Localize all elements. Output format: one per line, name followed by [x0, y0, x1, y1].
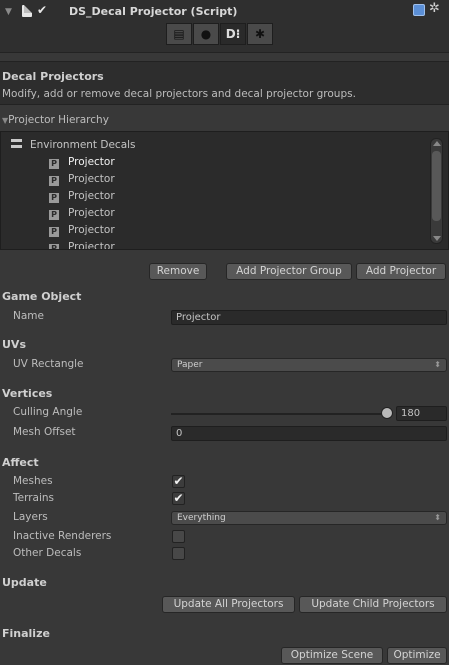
- remove-button[interactable]: Remove: [149, 263, 207, 280]
- section-game-object: Game Object: [2, 290, 82, 303]
- section-affect: Affect: [2, 456, 39, 469]
- component-title: DS_Decal Projector (Script): [69, 5, 238, 18]
- tree-item[interactable]: P Projector: [49, 222, 115, 239]
- projector-icon: P: [49, 176, 59, 186]
- uv-rectangle-value: Paper: [177, 360, 203, 370]
- tree-item[interactable]: P Projector: [49, 205, 115, 222]
- section-update: Update: [2, 576, 47, 589]
- layers-dropdown[interactable]: Everything ⬍: [171, 511, 447, 525]
- tab-document[interactable]: ▤: [166, 23, 192, 45]
- section-vertices: Vertices: [2, 387, 53, 400]
- uv-rectangle-label: UV Rectangle: [13, 358, 84, 370]
- component-enabled-checkbox[interactable]: ✔: [37, 4, 49, 16]
- mesh-offset-field[interactable]: 0: [171, 426, 447, 441]
- dropdown-arrows-icon: ⬍: [434, 513, 441, 522]
- settings-gear-icon[interactable]: ✲: [429, 1, 440, 16]
- tab-map-pin[interactable]: ●: [193, 23, 219, 45]
- scroll-down-icon[interactable]: [433, 236, 441, 241]
- info-box: Decal Projectors Modify, add or remove d…: [0, 61, 449, 105]
- component-header: ▼ ✔ DS_Decal Projector (Script) ✲ ▤ ● D⁝…: [0, 0, 449, 53]
- hierarchy-scrollbar[interactable]: [430, 138, 443, 244]
- tree-group-row[interactable]: Environment Decals: [11, 137, 136, 154]
- gear-icon: ✱: [254, 27, 266, 41]
- meshes-checkbox[interactable]: ✔: [172, 475, 185, 488]
- map-pin-icon: ●: [200, 27, 212, 41]
- group-label: Environment Decals: [30, 139, 136, 151]
- layers-label: Layers: [13, 511, 48, 523]
- name-label: Name: [13, 310, 44, 322]
- decal-icon: D⁝: [225, 27, 241, 41]
- terrains-checkbox[interactable]: ✔: [172, 492, 185, 505]
- culling-angle-slider-thumb[interactable]: [381, 407, 393, 419]
- add-projector-group-button[interactable]: Add Projector Group: [226, 263, 352, 280]
- dropdown-arrows-icon: ⬍: [434, 360, 441, 369]
- culling-angle-slider-track[interactable]: [171, 413, 389, 415]
- scroll-up-icon[interactable]: [433, 141, 441, 146]
- tree-item-label: Projector: [68, 190, 115, 202]
- projector-icon: P: [49, 227, 59, 237]
- other-decals-label: Other Decals: [13, 547, 82, 559]
- section-finalize: Finalize: [2, 627, 50, 640]
- inactive-renderers-checkbox[interactable]: [172, 530, 185, 543]
- mesh-offset-label: Mesh Offset: [13, 426, 76, 438]
- culling-angle-field[interactable]: 180: [396, 406, 447, 421]
- tree-item-label: Projector: [68, 156, 115, 168]
- scroll-thumb[interactable]: [432, 151, 441, 221]
- projector-icon: P: [49, 193, 59, 203]
- fold-arrow-icon[interactable]: ▼: [5, 7, 12, 17]
- tree-item-label: Projector: [68, 224, 115, 236]
- projector-hierarchy-foldout[interactable]: ▼Projector Hierarchy: [2, 114, 109, 126]
- projector-icon: P: [49, 210, 59, 220]
- tree-item[interactable]: P Projector: [49, 188, 115, 205]
- culling-angle-label: Culling Angle: [13, 406, 83, 418]
- tree-item[interactable]: P Projector: [49, 171, 115, 188]
- script-file-icon: [22, 5, 32, 17]
- tree-item-label: Projector: [68, 241, 115, 250]
- tree-item[interactable]: P Projector: [49, 239, 115, 250]
- hierarchy-tree: Environment Decals P Projector P Projector…: [0, 131, 449, 250]
- hierarchy-label: Projector Hierarchy: [8, 114, 109, 126]
- mode-tabs: ▤ ● D⁝ ✱: [166, 23, 274, 45]
- update-all-projectors-button[interactable]: Update All Projectors: [162, 596, 295, 613]
- layers-value: Everything: [177, 513, 226, 523]
- document-icon: ▤: [173, 27, 185, 41]
- uv-rectangle-dropdown[interactable]: Paper ⬍: [171, 358, 447, 372]
- projector-icon: P: [49, 244, 59, 249]
- meshes-label: Meshes: [13, 475, 53, 487]
- other-decals-checkbox[interactable]: [172, 547, 185, 560]
- section-uvs: UVs: [2, 338, 26, 351]
- inactive-renderers-label: Inactive Renderers: [13, 530, 112, 542]
- info-description: Modify, add or remove decal projectors a…: [2, 88, 356, 100]
- tree-item-label: Projector: [68, 207, 115, 219]
- name-field[interactable]: Projector: [171, 310, 447, 325]
- tab-decal[interactable]: D⁝: [220, 23, 246, 45]
- info-title: Decal Projectors: [2, 70, 104, 83]
- terrains-label: Terrains: [13, 492, 55, 504]
- help-book-icon[interactable]: [413, 4, 425, 16]
- optimize-button[interactable]: Optimize: [387, 647, 447, 664]
- optimize-scene-button[interactable]: Optimize Scene: [281, 647, 383, 664]
- tree-item[interactable]: P Projector: [49, 154, 115, 171]
- projector-icon: P: [49, 159, 59, 169]
- add-projector-button[interactable]: Add Projector: [356, 263, 446, 280]
- group-icon: [11, 139, 22, 148]
- tab-gear[interactable]: ✱: [247, 23, 273, 45]
- update-child-projectors-button[interactable]: Update Child Projectors: [299, 596, 447, 613]
- tree-item-label: Projector: [68, 173, 115, 185]
